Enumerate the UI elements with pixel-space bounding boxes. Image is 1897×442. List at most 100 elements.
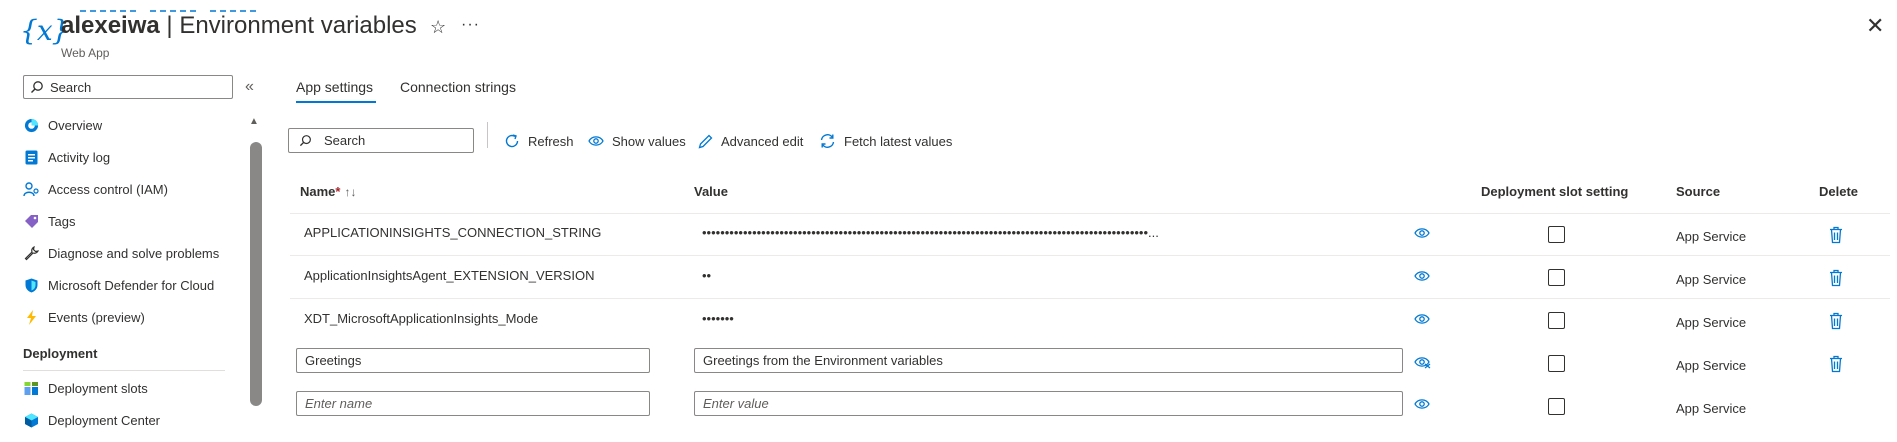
sidebar-section-deployment: Deployment [23,346,98,361]
new-setting-value-input[interactable] [694,391,1403,416]
show-values-label: Show values [612,133,686,149]
access-control-icon [23,181,39,197]
row-divider [290,298,1890,299]
tab-app-settings[interactable]: App settings [296,79,373,95]
sidebar-scrollbar-thumb[interactable] [250,142,262,406]
column-header-value: Value [694,184,728,199]
activity-log-icon [23,149,39,165]
settings-search-placeholder: Search [324,133,366,148]
deployment-center-icon [23,412,39,428]
settings-search-input[interactable]: Search [288,128,474,153]
fetch-latest-label: Fetch latest values [844,133,953,149]
delete-trash-icon[interactable] [1829,312,1843,330]
resource-name: alexeiwa [61,12,160,39]
sidebar-divider [23,370,225,371]
sidebar-search-input[interactable]: Search [23,75,233,99]
sidebar-item-deployment-slots[interactable]: Deployment slots [23,375,148,401]
setting-name: APPLICATIONINSIGHTS_CONNECTION_STRING [304,225,602,240]
sidebar-item-label: Tags [48,213,76,229]
show-value-eye-icon[interactable] [1414,227,1430,239]
setting-name: ApplicationInsightsAgent_EXTENSION_VERSI… [304,268,595,283]
setting-value-hidden: •• [702,268,712,283]
show-value-eye-icon[interactable] [1414,270,1430,282]
column-header-source: Source [1676,184,1721,199]
required-marker: * [335,184,341,199]
overview-icon [23,117,39,133]
sidebar-item-label: Overview [48,117,103,133]
refresh-icon [504,133,520,149]
slot-setting-checkbox[interactable] [1548,398,1565,415]
show-value-eye-icon[interactable] [1414,398,1430,410]
refresh-button[interactable]: Refresh [504,130,574,152]
sidebar-item-defender[interactable]: Microsoft Defender for Cloud [23,272,214,298]
tab-connection-strings[interactable]: Connection strings [400,79,516,95]
show-values-button[interactable]: Show values [588,130,686,152]
setting-value-input[interactable] [694,348,1403,373]
setting-name-input[interactable] [296,348,650,373]
show-value-eye-icon[interactable] [1414,313,1430,325]
eye-icon [588,135,604,147]
collapse-sidebar-icon[interactable]: « [245,78,254,96]
new-setting-name-input[interactable] [296,391,650,416]
advanced-edit-label: Advanced edit [721,133,804,149]
setting-source: App Service [1676,358,1747,373]
setting-source: App Service [1676,401,1747,416]
slot-setting-checkbox[interactable] [1548,226,1565,243]
setting-value-hidden: ••••••• [702,311,734,326]
setting-value-hidden: ••••••••••••••••••••••••••••••••••••••••… [702,225,1159,240]
resource-type: Web App [61,46,110,60]
refresh-label: Refresh [528,133,574,149]
deployment-slots-icon [23,380,39,396]
toolbar-separator [487,122,488,148]
sidebar-item-label: Microsoft Defender for Cloud [48,277,215,293]
column-header-name[interactable]: Name* ↑↓ [300,184,356,199]
column-header-slot-setting: Deployment slot setting [1481,184,1629,199]
column-header-delete: Delete [1819,184,1859,199]
sidebar-item-activity-log[interactable]: Activity log [23,144,110,170]
pencil-icon [698,134,713,149]
sidebar-item-label: Deployment slots [48,380,148,396]
sidebar-item-tags[interactable]: Tags [23,208,75,234]
sidebar-item-label: Deployment Center [48,412,160,428]
slot-setting-checkbox[interactable] [1548,269,1565,286]
sidebar-item-events[interactable]: Events (preview) [23,304,145,330]
sidebar-item-access-control[interactable]: Access control (IAM) [23,176,168,202]
sidebar-item-label: Events (preview) [48,309,145,325]
active-tab-indicator [296,101,376,103]
column-header-name-label: Name [300,184,336,199]
close-icon[interactable]: ✕ [1866,15,1884,37]
sync-icon [819,133,836,149]
slot-setting-checkbox[interactable] [1548,355,1565,372]
sidebar-item-label: Activity log [48,149,111,165]
top-accent-strip [80,0,260,12]
sort-icon[interactable]: ↑↓ [344,185,356,199]
shield-icon [23,277,39,293]
row-divider [290,255,1890,256]
advanced-edit-button[interactable]: Advanced edit [698,130,803,152]
sidebar-item-deployment-center[interactable]: Deployment Center [23,407,160,433]
sidebar-item-label: Access control (IAM) [48,181,168,197]
setting-name: XDT_MicrosoftApplicationInsights_Mode [304,311,539,326]
sidebar-item-label: Diagnose and solve problems [48,245,220,261]
hide-value-eye-icon[interactable] [1414,355,1432,369]
sidebar-item-diagnose[interactable]: Diagnose and solve problems [23,240,219,266]
fetch-latest-values-button[interactable]: Fetch latest values [819,130,952,152]
setting-source: App Service [1676,272,1747,287]
scroll-up-arrow-icon[interactable]: ▲ [249,116,259,127]
delete-trash-icon[interactable] [1829,226,1843,244]
page-title-text: Environment variables [179,12,417,39]
delete-trash-icon[interactable] [1829,355,1843,373]
sidebar-item-overview[interactable]: Overview [23,112,102,138]
sidebar-search-placeholder: Search [50,79,92,95]
search-icon [299,135,311,147]
header-divider [290,213,1890,214]
wrench-icon [23,245,39,261]
setting-source: App Service [1676,315,1747,330]
title-separator: | [159,12,180,39]
more-options-icon[interactable]: ··· [461,16,480,34]
search-icon [31,81,43,93]
slot-setting-checkbox[interactable] [1548,312,1565,329]
tag-icon [23,213,39,229]
delete-trash-icon[interactable] [1829,269,1843,287]
favorite-star-icon[interactable]: ☆ [430,17,446,38]
